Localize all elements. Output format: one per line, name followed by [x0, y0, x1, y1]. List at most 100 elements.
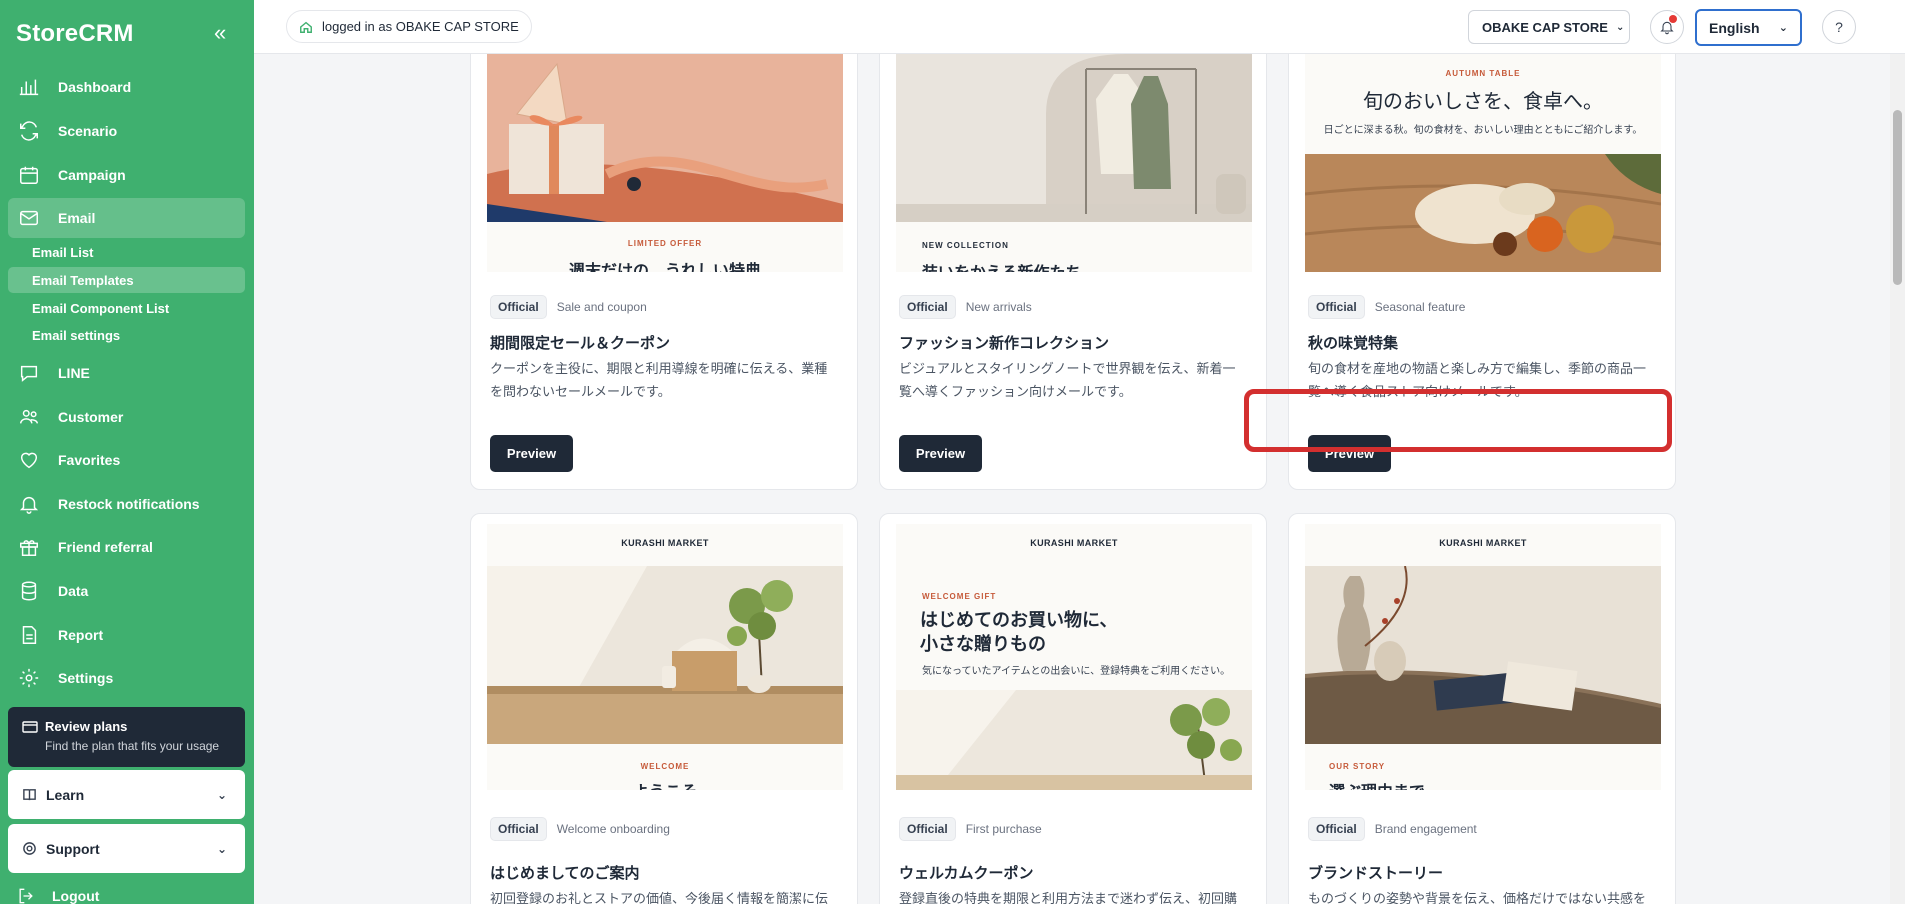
home-icon	[300, 21, 312, 33]
gear-icon	[16, 667, 42, 689]
sidebar-item-favorites[interactable]: Favorites	[8, 440, 245, 480]
language-select-value: English	[1709, 19, 1760, 36]
sidebar-item-report[interactable]: Report	[8, 615, 245, 655]
logout-icon	[19, 888, 33, 904]
sidebar-item-campaign[interactable]: Campaign	[8, 155, 245, 195]
learn-label: Learn	[46, 786, 85, 803]
language-select[interactable]: English ⌄	[1695, 9, 1802, 46]
template-category: New arrivals	[965, 300, 1032, 314]
template-thumbnail[interactable]: KURASHI MARKET WELCOME GIFT はじめてのお買い物に、 …	[896, 524, 1252, 790]
review-plans-card[interactable]: Review plans Find the plan that fits you…	[8, 707, 245, 767]
template-card: KURASHI MARKET WELCOME ようこそ Official Wel…	[470, 513, 858, 904]
help-button[interactable]: ?	[1822, 10, 1856, 44]
preview-button[interactable]: Preview	[490, 435, 573, 472]
logout-button[interactable]: Logout	[16, 886, 99, 904]
template-category: Welcome onboarding	[556, 822, 670, 836]
thumbnail-heading: 装いをかえる新作たち	[922, 259, 1082, 272]
official-badge: Official	[1308, 295, 1365, 319]
template-category: Seasonal feature	[1374, 300, 1466, 314]
template-description: クーポンを主役に、期限と利用導線を明確に伝える、業種を問わないセールメールです。	[490, 361, 828, 399]
question-icon: ?	[1835, 19, 1843, 35]
sidebar-item-restock-notifications[interactable]: Restock notifications	[8, 484, 245, 524]
template-tags: Official New arrivals	[899, 295, 1032, 319]
template-thumbnail[interactable]: KURASHI MARKET WELCOME ようこそ	[487, 524, 843, 790]
sidebar-item-label: Data	[58, 583, 89, 599]
preview-button[interactable]: Preview	[899, 435, 982, 472]
sidebar-item-label: Restock notifications	[58, 496, 200, 512]
template-title: はじめましてのご案内	[490, 865, 640, 882]
template-card: NEW COLLECTION 装いをかえる新作たち Official New a…	[879, 0, 1267, 490]
sidebar-subitem-email-templates[interactable]: Email Templates	[8, 267, 245, 293]
chevron-down-icon: ⌄	[1778, 22, 1788, 34]
thumbnail-heading: ようこそ	[487, 778, 843, 790]
chart-icon	[16, 76, 42, 98]
notifications-button[interactable]	[1650, 10, 1684, 44]
official-badge: Official	[899, 295, 956, 319]
support-label: Support	[46, 840, 100, 857]
learn-accordion[interactable]: Learn ⌄	[8, 770, 245, 819]
sidebar-subitem-email-list[interactable]: Email List	[8, 239, 245, 265]
review-plans-title: Review plans	[45, 719, 128, 734]
sidebar-item-friend-referral[interactable]: Friend referral	[8, 527, 245, 567]
scrollbar-thumb[interactable]	[1893, 110, 1902, 285]
thumbnail-kicker: AUTUMN TABLE	[1445, 69, 1521, 78]
database-icon	[16, 580, 42, 602]
template-card: KURASHI MARKET OUR STORY 選ぶ理由まで Official…	[1288, 513, 1676, 904]
support-accordion[interactable]: Support ⌄	[8, 824, 245, 873]
thumbnail-store-name: KURASHI MARKET	[621, 538, 709, 548]
template-title: ブランドストーリー	[1308, 865, 1444, 882]
mail-icon	[16, 207, 42, 229]
chat-icon	[16, 362, 42, 384]
brand-logo[interactable]: StoreCRM	[16, 20, 134, 48]
template-tags: Official Sale and coupon	[490, 295, 647, 319]
collapse-sidebar-icon[interactable]: «	[214, 22, 226, 44]
template-category: Brand engagement	[1374, 822, 1477, 836]
template-tags: Official First purchase	[899, 817, 1042, 841]
sidebar-subitem-email-settings[interactable]: Email settings	[8, 322, 245, 348]
sidebar-item-line[interactable]: LINE	[8, 353, 245, 393]
bell-icon	[16, 493, 42, 515]
chevron-down-icon: ⌄	[216, 841, 227, 856]
template-description: ものづくりの姿勢や背景を伝え、価格だけではない共感を育てる	[1308, 891, 1647, 904]
sidebar-item-label: Favorites	[58, 452, 121, 468]
store-select[interactable]: OBAKE CAP STORE ⌄	[1468, 10, 1630, 44]
template-tags: Official Welcome onboarding	[490, 817, 670, 841]
template-tags: Official Seasonal feature	[1308, 295, 1465, 319]
sidebar-subitem-email-component-list[interactable]: Email Component List	[8, 295, 245, 321]
chevron-down-icon: ⌄	[216, 787, 227, 802]
logout-label: Logout	[52, 888, 100, 904]
refresh-icon	[16, 120, 42, 142]
notification-dot	[1669, 15, 1677, 23]
thumbnail-kicker: WELCOME GIFT	[922, 592, 997, 601]
sidebar-item-data[interactable]: Data	[8, 571, 245, 611]
pottery-photo	[1305, 566, 1661, 744]
sidebar-item-customer[interactable]: Customer	[8, 397, 245, 437]
template-description: 登録直後の特典を期限と利用方法まで迷わず伝え、初回購入	[899, 891, 1238, 904]
sidebar-item-label: Scenario	[58, 123, 118, 139]
sidebar-item-dashboard[interactable]: Dashboard	[8, 67, 245, 107]
template-thumbnail[interactable]: KURASHI MARKET OUR STORY 選ぶ理由まで	[1305, 524, 1661, 790]
chevron-down-icon: ⌄	[1615, 21, 1625, 33]
sidebar-item-scenario[interactable]: Scenario	[8, 111, 245, 151]
page-scrollbar[interactable]	[1890, 0, 1905, 904]
thumbnail-kicker: WELCOME	[640, 762, 690, 771]
template-category: Sale and coupon	[556, 300, 647, 314]
credit-card-icon	[22, 720, 38, 733]
sidebar-item-label: Email	[58, 210, 96, 226]
sidebar-item-label: Settings	[58, 670, 114, 686]
sidebar-item-label: Customer	[58, 409, 124, 425]
lifebuoy-icon	[23, 842, 36, 855]
official-badge: Official	[490, 295, 547, 319]
thumbnail-kicker: LIMITED OFFER	[627, 239, 703, 248]
template-tags: Official Brand engagement	[1308, 817, 1477, 841]
template-description: ビジュアルとスタイリングノートで世界観を伝え、新着一覧へ導くファッション向けメー…	[899, 361, 1236, 399]
template-title: ファッション新作コレクション	[899, 335, 1110, 352]
thumbnail-heading: 週末だけの、うれしい特典	[568, 263, 761, 272]
sidebar-item-email[interactable]: Email	[8, 198, 245, 238]
thumbnail-kicker: NEW COLLECTION	[922, 241, 1009, 250]
template-title: ウェルカムクーポン	[899, 865, 1034, 882]
sidebar-item-settings[interactable]: Settings	[8, 658, 245, 698]
file-icon	[16, 624, 42, 646]
thumbnail-subtext: 日ごとに深まる秋。旬の食材を、おいしい理由とともにご紹介します。	[1323, 125, 1643, 136]
gift-photo	[487, 54, 843, 222]
